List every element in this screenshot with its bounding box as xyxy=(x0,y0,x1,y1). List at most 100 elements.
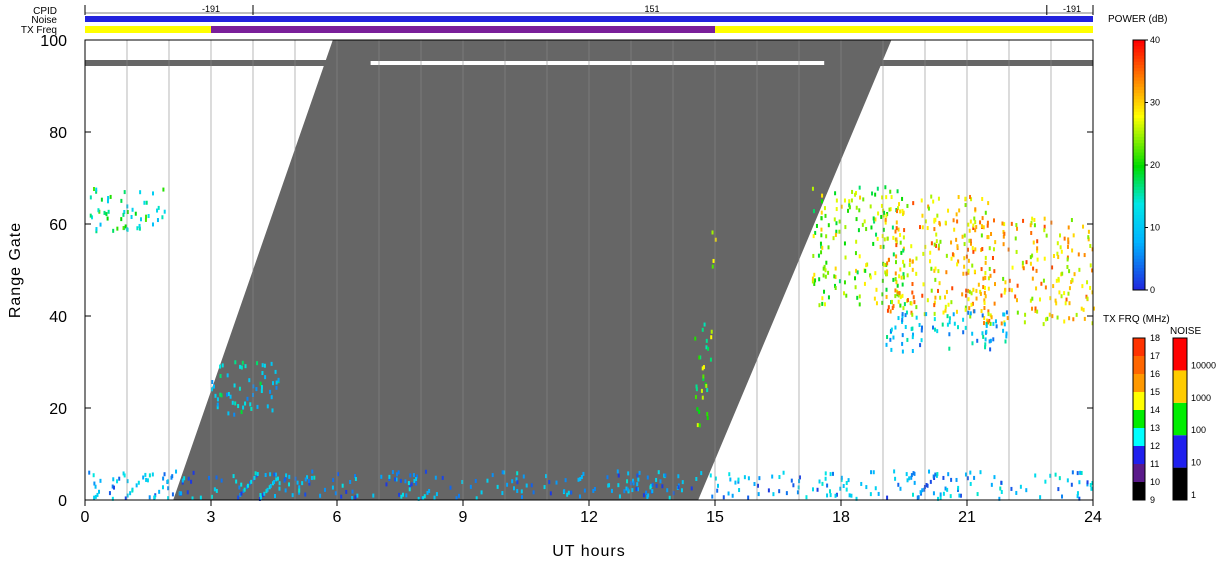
echo-cell xyxy=(145,200,148,205)
txfreq-colorbar-label: TX FRQ (MHz) xyxy=(1103,314,1170,325)
echo-cell xyxy=(391,470,394,475)
echo-cell xyxy=(936,213,939,218)
echo-cell xyxy=(148,473,151,478)
echo-cell xyxy=(1029,255,1032,260)
power-colorbar-cell xyxy=(1133,243,1145,247)
echo-cell xyxy=(112,228,115,233)
echo-cell xyxy=(95,187,98,192)
power-colorbar-cell xyxy=(1133,158,1145,163)
echo-cell xyxy=(877,491,880,496)
echo-cell xyxy=(116,226,119,231)
power-colorbar-cell xyxy=(1133,99,1145,103)
power-colorbar-cell xyxy=(1133,174,1145,178)
echo-cell xyxy=(1067,237,1070,242)
echo-cell xyxy=(820,227,823,232)
echo-cell xyxy=(903,228,906,233)
echo-cell xyxy=(829,489,832,494)
echo-cell xyxy=(607,483,610,488)
echo-cell xyxy=(963,256,966,261)
echo-cell xyxy=(844,255,847,260)
echo-cell xyxy=(989,273,992,278)
echo-cell xyxy=(875,232,878,237)
echo-cell xyxy=(814,278,817,283)
echo-cell xyxy=(885,287,888,292)
echo-cell xyxy=(885,342,888,347)
echo-cell xyxy=(354,495,357,500)
echo-cell xyxy=(1043,228,1046,233)
txfreq-colorbar: 9 10 11 12 13 14 15 16 17 18 xyxy=(1132,333,1160,505)
echo-cell xyxy=(698,423,701,428)
echo-cell xyxy=(901,312,904,317)
echo-cell xyxy=(854,192,857,197)
echo-cell xyxy=(301,481,304,486)
echo-cell xyxy=(152,191,155,196)
echo-cell xyxy=(995,324,998,329)
echo-cell xyxy=(220,478,223,483)
echo-cell xyxy=(1065,297,1068,302)
power-colorbar-cell xyxy=(1133,118,1145,122)
echo-cell xyxy=(843,241,846,246)
echo-cell xyxy=(790,478,793,483)
echo-cell xyxy=(988,339,991,344)
echo-cell xyxy=(953,227,956,232)
echo-cell xyxy=(738,488,741,493)
echo-cell xyxy=(988,266,991,271)
echo-cell xyxy=(646,475,649,480)
echo-cell xyxy=(885,294,888,299)
echo-cell xyxy=(956,244,959,249)
echo-cell xyxy=(651,482,654,487)
echo-cell xyxy=(976,492,979,497)
echo-cell xyxy=(288,482,291,487)
echo-cell xyxy=(980,309,983,314)
power-colorbar-cell xyxy=(1133,55,1145,60)
echo-cell xyxy=(945,270,948,275)
echo-cell xyxy=(1063,291,1066,296)
echo-cell xyxy=(501,470,504,475)
echo-cell xyxy=(826,483,829,488)
echo-cell xyxy=(874,271,877,276)
echo-cell xyxy=(1002,242,1005,247)
echo-cell xyxy=(264,375,267,380)
echo-cell xyxy=(116,479,119,484)
echo-cell xyxy=(380,474,383,479)
echo-cell xyxy=(930,266,933,271)
power-colorbar-cell xyxy=(1133,65,1145,69)
power-colorbar-tick-label: 0 xyxy=(1150,285,1155,295)
echo-cell xyxy=(818,479,821,484)
echo-cell xyxy=(563,489,566,494)
echo-cell xyxy=(757,492,760,497)
echo-cell xyxy=(1042,278,1045,283)
echo-cell xyxy=(385,482,388,487)
echo-cell xyxy=(657,470,660,475)
echo-cell xyxy=(706,412,709,417)
echo-cell xyxy=(889,337,892,342)
echo-cell xyxy=(254,471,257,476)
echo-cell xyxy=(892,235,895,240)
echo-cell xyxy=(855,239,858,244)
echo-cell xyxy=(310,475,313,480)
echo-cell xyxy=(244,364,247,369)
echo-cell xyxy=(700,471,703,476)
echo-cell xyxy=(950,256,953,261)
echo-cell xyxy=(990,231,993,236)
echo-cell xyxy=(890,327,893,332)
echo-cell xyxy=(889,189,892,194)
echo-cell xyxy=(899,267,902,272)
echo-cell xyxy=(304,477,307,482)
echo-cell xyxy=(902,248,905,253)
echo-cell xyxy=(979,470,982,475)
echo-cell xyxy=(987,286,990,291)
echo-cell xyxy=(332,478,335,483)
echo-cell xyxy=(214,393,217,398)
echo-cell xyxy=(964,196,967,201)
power-colorbar-cell xyxy=(1133,177,1145,182)
echo-cell xyxy=(256,361,259,366)
echo-cell xyxy=(703,322,706,327)
echo-cell xyxy=(491,473,494,478)
echo-cell xyxy=(1043,224,1046,229)
echo-cell xyxy=(512,486,515,491)
echo-cell xyxy=(349,479,352,484)
echo-cell xyxy=(1035,268,1038,273)
echo-cell xyxy=(700,388,703,393)
echo-cell xyxy=(190,479,193,484)
